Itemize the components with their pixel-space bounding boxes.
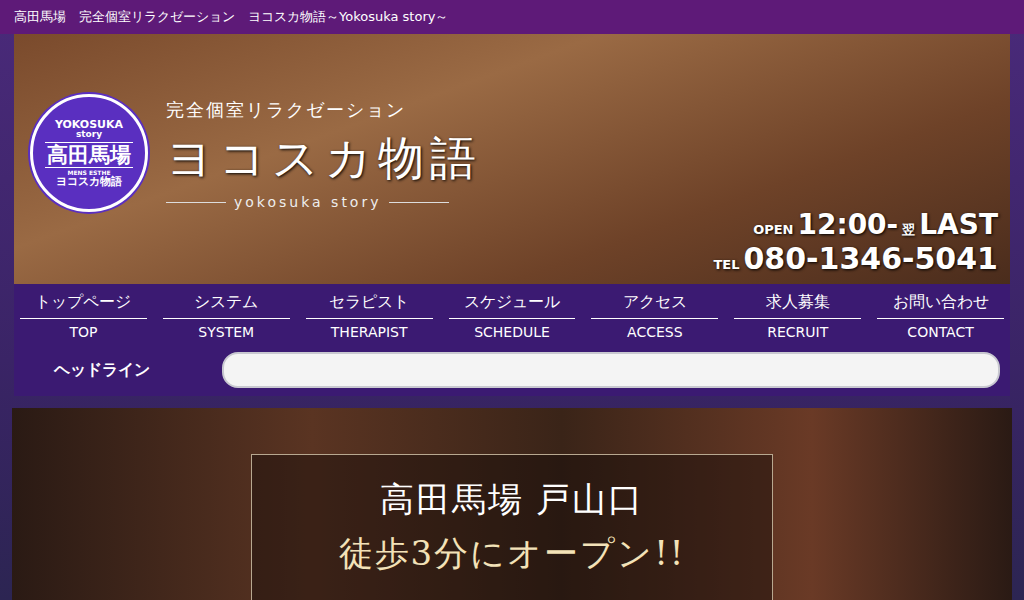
page: 高田馬場 完全個室リラクゼーション ヨコスカ物語～Yokosuka story～… — [0, 0, 1024, 600]
nav-item[interactable]: アクセスACCESS — [591, 292, 718, 340]
brand-name: ヨコスカ物語 — [166, 128, 482, 190]
brand-roman: yokosuka story — [166, 194, 482, 210]
nav-item[interactable]: トップページTOP — [20, 292, 147, 340]
nav-item[interactable]: スケジュールSCHEDULE — [449, 292, 576, 340]
tagline: 完全個室リラクゼーション — [166, 98, 482, 122]
logo-sub: story — [76, 130, 102, 139]
nav-item[interactable]: お問い合わせCONTACT — [877, 292, 1004, 340]
logo-bottom: ヨコスカ物語 — [56, 176, 122, 188]
container: YOKOSUKAstory高田馬場MENS ESTHEヨコスカ物語完全個室リラク… — [14, 34, 1010, 396]
nav-item[interactable]: セラピストTHERAPIST — [306, 292, 433, 340]
banner[interactable]: 高田馬場 戸山口徒歩3分にオープン!! — [12, 408, 1012, 600]
headline-label: ヘッドライン — [54, 360, 202, 381]
banner-line: 高田馬場 戸山口 — [380, 477, 645, 523]
logo[interactable]: YOKOSUKAstory高田馬場MENS ESTHEヨコスカ物語 — [30, 94, 148, 212]
headline-row: ヘッドライン — [14, 346, 1010, 396]
nav-item[interactable]: 求人募集RECRUIT — [734, 292, 861, 340]
banner-line: 徒歩3分にオープン!! — [339, 531, 686, 577]
brand-group: YOKOSUKAstory高田馬場MENS ESTHEヨコスカ物語完全個室リラク… — [30, 94, 482, 276]
logo-main: 高田馬場 — [45, 142, 133, 168]
nav-bar: トップページTOP システムSYSTEM セラピストTHERAPIST スケジュールS… — [14, 284, 1010, 346]
headline-ticker — [222, 352, 1000, 388]
banner-frame: 高田馬場 戸山口徒歩3分にオープン!! — [251, 454, 773, 600]
nav-item[interactable]: システムSYSTEM — [163, 292, 290, 340]
phone[interactable]: TEL080-1346-5041 — [713, 241, 998, 276]
open-hours: OPEN12:00-翌LAST — [753, 208, 998, 241]
logo-top: YOKOSUKA — [55, 119, 123, 131]
contact-info: OPEN12:00-翌LASTTEL080-1346-5041 — [713, 94, 998, 276]
header: YOKOSUKAstory高田馬場MENS ESTHEヨコスカ物語完全個室リラク… — [14, 34, 1010, 284]
brand-titles: 完全個室リラクゼーションヨコスカ物語 yokosuka story — [166, 94, 482, 210]
title-bar: 高田馬場 完全個室リラクゼーション ヨコスカ物語～Yokosuka story～ — [0, 0, 1024, 34]
